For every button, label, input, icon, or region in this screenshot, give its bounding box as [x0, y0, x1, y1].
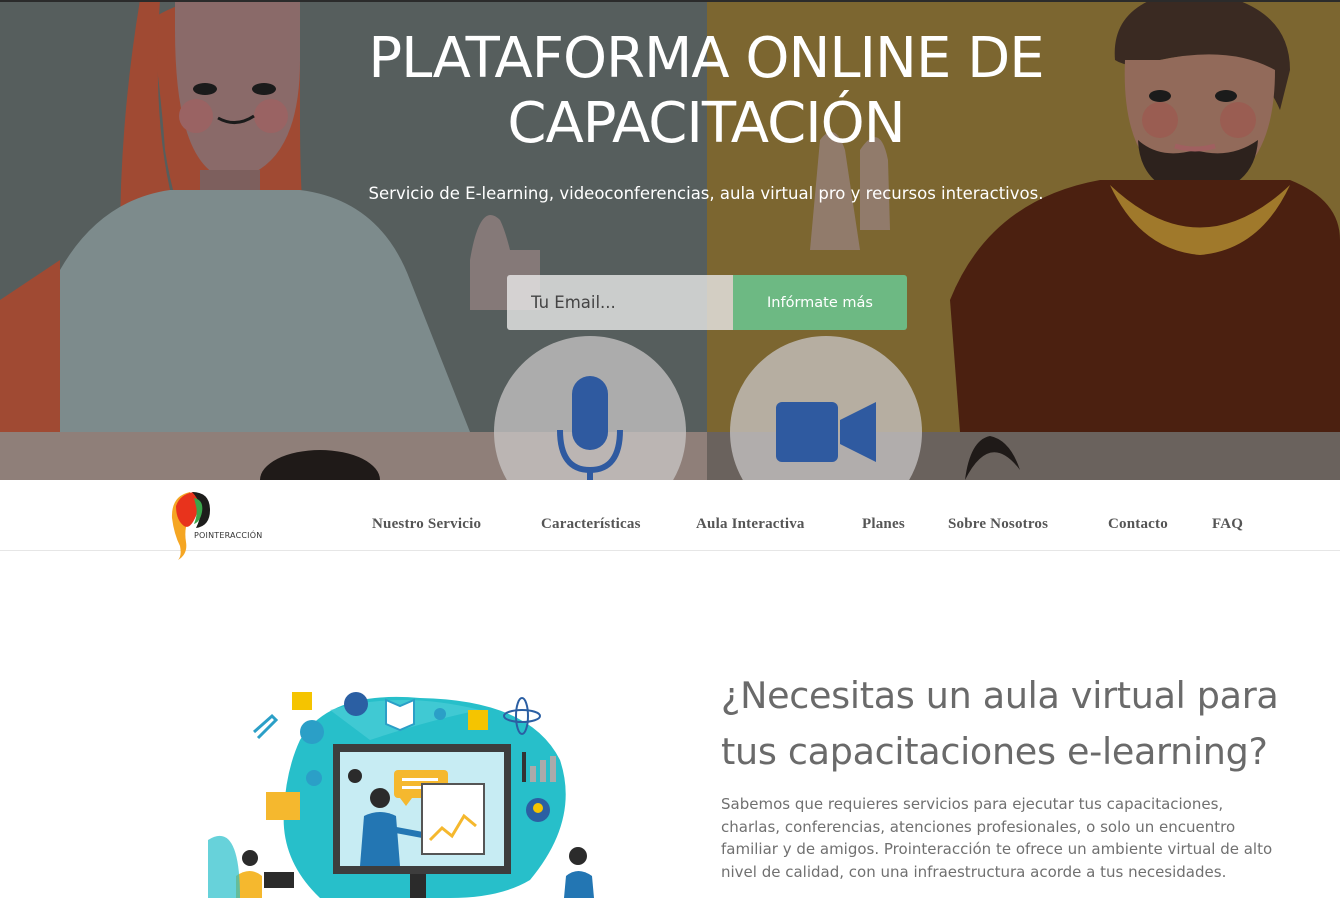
- section-body: Sabemos que requieres servicios para eje…: [721, 793, 1301, 883]
- nav-item-caracteristicas[interactable]: Características: [541, 516, 641, 533]
- email-input[interactable]: [507, 275, 733, 330]
- top-border: [0, 0, 1340, 2]
- nav-item-contacto[interactable]: Contacto: [1108, 516, 1168, 533]
- section-heading: ¿Necesitas un aula virtual para tus capa…: [721, 668, 1321, 780]
- more-info-button[interactable]: Infórmate más: [733, 275, 907, 330]
- section-body-line: familiar y de amigos. Prointeracción te …: [721, 840, 1273, 858]
- hero-title: PLATAFORMA ONLINE DE CAPACITACIÓN: [0, 26, 1340, 156]
- hero-title-line-1: PLATAFORMA ONLINE DE: [368, 26, 1044, 91]
- section-body-line: Sabemos que requieres servicios para eje…: [721, 795, 1224, 813]
- nav-item-aula-interactiva[interactable]: Aula Interactiva: [696, 516, 805, 533]
- section-body-line: charlas, conferencias, atenciones profes…: [721, 817, 1236, 836]
- virtual-classroom-illustration: [208, 692, 594, 898]
- email-signup-form: Infórmate más: [507, 275, 907, 330]
- nav-item-planes[interactable]: Planes: [862, 516, 905, 533]
- nav-item-faq[interactable]: FAQ: [1212, 516, 1243, 533]
- nav-item-sobre-nosotros[interactable]: Sobre Nosotros: [948, 516, 1048, 533]
- section-body-line: nivel de calidad, con una infraestructur…: [721, 862, 1227, 881]
- hero-title-line-2: CAPACITACIÓN: [507, 91, 905, 156]
- section-heading-line-1: ¿Necesitas un aula virtual para: [721, 674, 1279, 717]
- hero-subtitle: Servicio de E-learning, videoconferencia…: [368, 184, 1044, 203]
- nav-item-nuestro-servicio[interactable]: Nuestro Servicio: [372, 516, 481, 533]
- nav-links: Nuestro Servicio Características Aula In…: [0, 516, 1340, 536]
- section-heading-line-2: tus capacitaciones e-learning?: [721, 730, 1268, 773]
- hero-banner: PLATAFORMA ONLINE DE CAPACITACIÓN Servic…: [0, 0, 1340, 480]
